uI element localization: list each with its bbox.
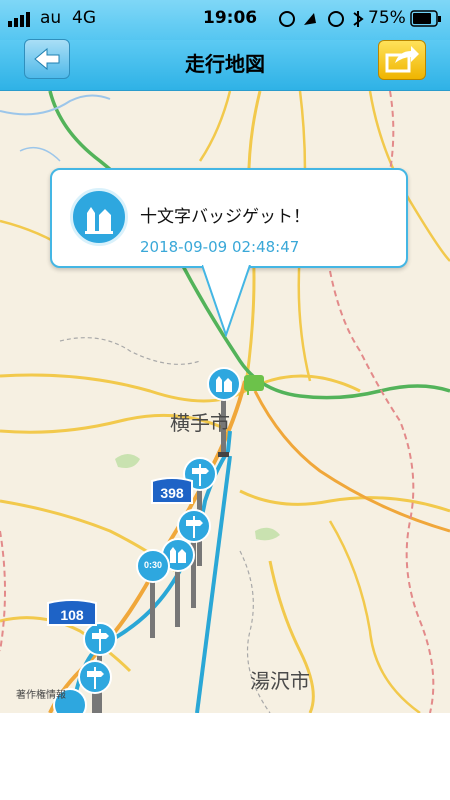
- route-shield-108: 108: [47, 599, 97, 626]
- route-shield-398: 398: [151, 477, 193, 504]
- share-button[interactable]: [378, 40, 426, 80]
- status-icons: [279, 11, 364, 27]
- city-label-yokote: 横手市: [170, 411, 230, 435]
- clock: 19:06: [203, 8, 258, 28]
- route-398-label: 398: [160, 485, 184, 501]
- popup-timestamp: 2018-09-09 02:48:47: [140, 238, 300, 256]
- map-marker-drive-time[interactable]: 0:30: [133, 548, 173, 648]
- navigation-bar: 走行地図: [0, 39, 450, 91]
- city-label-yuzawa: 湯沢市: [250, 669, 310, 693]
- popup-pointer: [202, 265, 251, 337]
- copyright-link[interactable]: 著作権情報: [16, 686, 66, 701]
- badge-popup[interactable]: 十文字バッジゲット！ 2018-09-09 02:48:47: [50, 168, 408, 268]
- signal-icon: [8, 12, 30, 27]
- route-108-label: 108: [60, 607, 84, 623]
- green-flag-icon: [244, 375, 264, 395]
- battery-icon: [410, 10, 441, 27]
- status-bar: au 4G 19:06 75%: [0, 0, 450, 40]
- church-badge-icon: [70, 188, 128, 246]
- share-arrow-icon: [385, 46, 419, 73]
- popup-title: 十文字バッジゲット！: [140, 207, 310, 227]
- battery-label: 75%: [368, 8, 406, 28]
- carrier-label: au: [40, 8, 62, 28]
- bottom-panel: [0, 713, 450, 800]
- drive-time-label: 0:30: [144, 560, 162, 570]
- network-label: 4G: [72, 8, 96, 28]
